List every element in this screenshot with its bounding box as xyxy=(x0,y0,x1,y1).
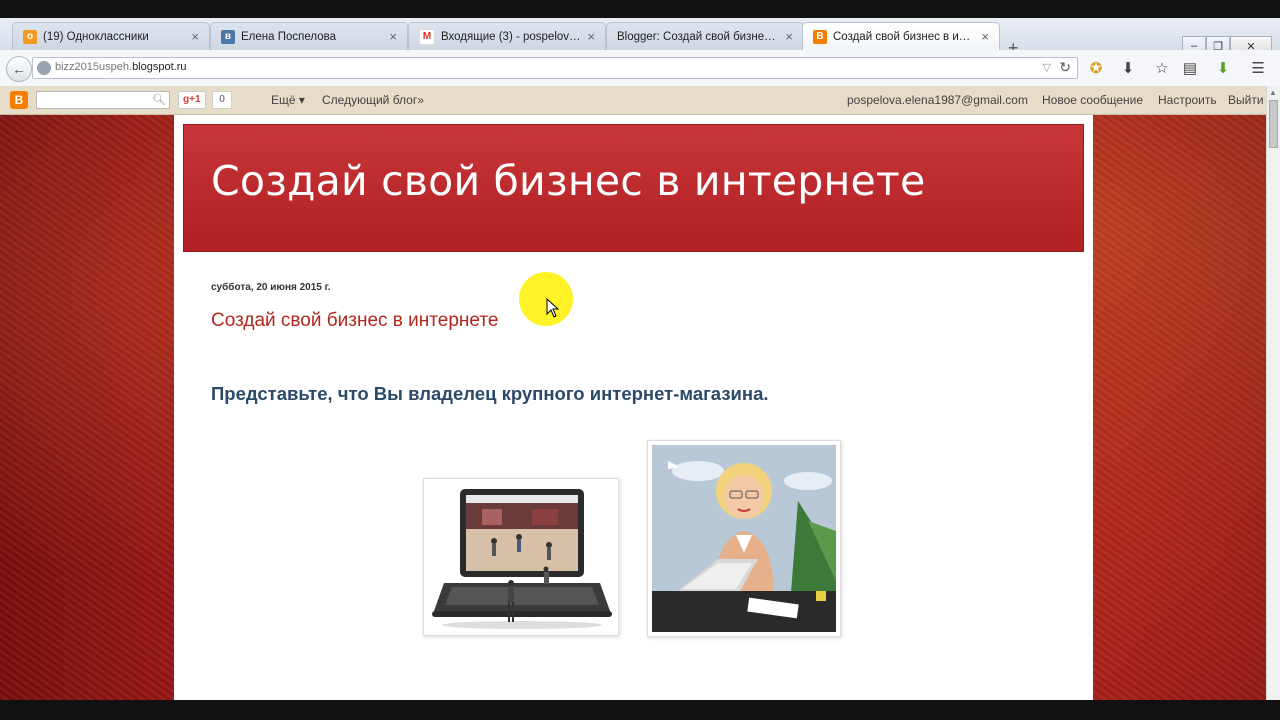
tab-strip: о (19) Одноклассники × в Елена Поспелова… xyxy=(0,18,1280,58)
scrollbar-thumb[interactable] xyxy=(1269,100,1278,148)
tab-label: (19) Одноклассники xyxy=(43,30,149,43)
vk-icon: в xyxy=(221,29,235,44)
reading-list-icon[interactable]: ▤ xyxy=(1180,58,1200,78)
close-tab-icon[interactable]: × xyxy=(785,29,793,44)
gplus-button[interactable]: g+1 xyxy=(178,91,206,109)
blog-search-input[interactable]: 🔍︎ xyxy=(36,91,170,109)
tab-label: Blogger: Создай свой бизнес в... xyxy=(617,30,780,43)
post-subheading: Представьте, что Вы владелец крупного ин… xyxy=(211,383,769,404)
blogger-logo-icon[interactable]: B xyxy=(10,91,28,109)
blog-header: Создай свой бизнес в интернете xyxy=(183,124,1084,252)
tab-blogger-dashboard[interactable]: Blogger: Создай свой бизнес в... × xyxy=(606,22,804,50)
blogger-navbar: B 🔍︎ g+1 0 Ещё ▾ Следующий блог» pospelo… xyxy=(0,86,1270,115)
gplus-count: 0 xyxy=(212,91,232,109)
vertical-scrollbar[interactable]: ▲ xyxy=(1266,86,1280,700)
tab-odnoklassniki[interactable]: о (19) Одноклассники × xyxy=(12,22,210,50)
green-download-icon[interactable]: ⬇ xyxy=(1213,58,1233,78)
tab-label: Создай свой бизнес в инт... xyxy=(833,30,976,43)
more-menu[interactable]: Ещё ▾ xyxy=(271,93,305,107)
close-tab-icon[interactable]: × xyxy=(389,29,397,44)
navigation-toolbar: ← bizz2015uspeh.blogspot.ru ▽ ↻ ✪ ⬇ ☆ ▤ … xyxy=(0,50,1280,87)
gmail-icon: M xyxy=(419,28,435,45)
tab-vk[interactable]: в Елена Поспелова × xyxy=(210,22,408,50)
search-icon[interactable]: 🔍︎ xyxy=(152,93,166,106)
screen-top-border xyxy=(0,0,1280,18)
reload-icon[interactable]: ↻ xyxy=(1059,59,1071,76)
menu-icon[interactable]: ☰ xyxy=(1248,58,1268,78)
scroll-up-arrow-icon[interactable]: ▲ xyxy=(1269,88,1277,97)
extension-icon[interactable]: ✪ xyxy=(1086,58,1106,78)
download-arrow-icon[interactable]: ⬇ xyxy=(1118,58,1138,78)
close-tab-icon[interactable]: × xyxy=(981,29,989,44)
post-date: суббота, 20 июня 2015 г. xyxy=(211,282,331,293)
tab-blog-active[interactable]: B Создай свой бизнес в инт... × xyxy=(802,22,1000,50)
dropdown-arrow-icon[interactable]: ▽ xyxy=(1043,61,1051,74)
blog-content-column: Создай свой бизнес в интернете суббота, … xyxy=(174,115,1093,700)
close-tab-icon[interactable]: × xyxy=(191,29,199,44)
mouse-pointer-icon xyxy=(546,298,560,318)
globe-icon xyxy=(37,61,51,75)
address-bar[interactable]: bizz2015uspeh.blogspot.ru ▽ ↻ xyxy=(32,57,1078,79)
businesswoman-image[interactable] xyxy=(647,440,841,637)
customize-link[interactable]: Настроить xyxy=(1158,93,1217,107)
post-title[interactable]: Создай свой бизнес в интернете xyxy=(211,310,498,332)
new-post-link[interactable]: Новое сообщение xyxy=(1042,93,1143,107)
laptop-shop-image[interactable] xyxy=(423,478,619,636)
tab-label: Входящие (3) - pospelova.... xyxy=(441,30,582,43)
blog-header-title[interactable]: Создай свой бизнес в интернете xyxy=(211,157,925,205)
browser-window: о (19) Одноклассники × в Елена Поспелова… xyxy=(0,0,1280,720)
screen-bottom-border xyxy=(0,700,1280,720)
tab-gmail[interactable]: M Входящие (3) - pospelova.... × xyxy=(408,22,606,50)
tab-label: Елена Поспелова xyxy=(241,30,336,43)
next-blog-link[interactable]: Следующий блог» xyxy=(322,93,424,107)
sign-out-link[interactable]: Выйти xyxy=(1228,93,1264,107)
account-email[interactable]: pospelova.elena1987@gmail.com xyxy=(847,93,1028,107)
blog-page: Создай свой бизнес в интернете суббота, … xyxy=(0,115,1266,700)
close-tab-icon[interactable]: × xyxy=(587,29,595,44)
blogger-icon: B xyxy=(813,29,827,44)
back-arrow-icon[interactable]: ← xyxy=(6,56,32,82)
url-text: bizz2015uspeh.blogspot.ru xyxy=(55,61,187,73)
bookmark-star-icon[interactable]: ☆ xyxy=(1152,58,1172,78)
odnoklassniki-icon: о xyxy=(23,29,37,44)
